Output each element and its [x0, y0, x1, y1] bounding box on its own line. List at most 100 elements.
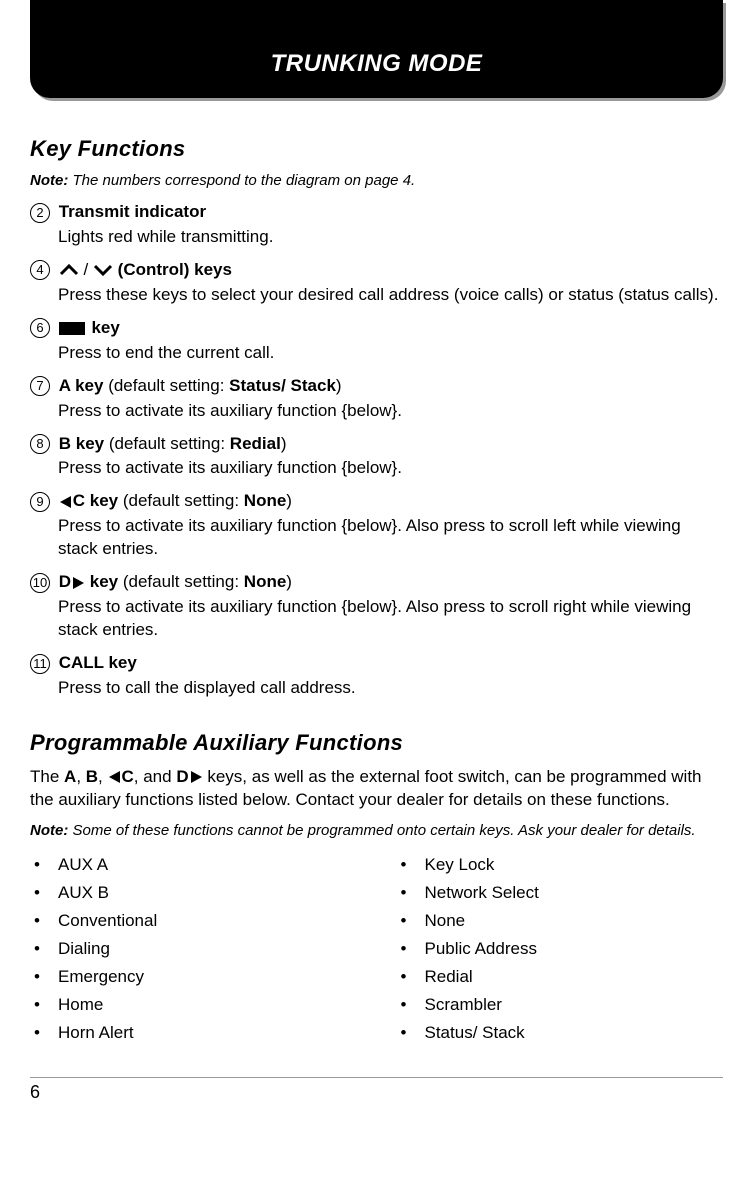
list-item: •Key Lock: [397, 851, 724, 879]
aux-intro-b: A: [64, 767, 76, 786]
note-text: The numbers correspond to the diagram on…: [68, 172, 415, 189]
list-item: •Scrambler: [397, 991, 724, 1019]
item-8-desc: Press to activate its auxiliary function…: [58, 457, 723, 480]
bullet-icon: •: [397, 855, 425, 875]
aux-item-label: Network Select: [425, 883, 539, 902]
page-title: TRUNKING MODE: [30, 50, 723, 78]
bullet-icon: •: [30, 939, 58, 959]
item-4-title: (Control) keys: [118, 260, 232, 279]
item-7: 7 A key (default setting: Status/ Stack)…: [30, 375, 723, 423]
aux-intro-h: D: [176, 767, 188, 786]
item-8-title-c: Redial: [230, 434, 281, 453]
list-item: •Public Address: [397, 935, 724, 963]
item-8-title-d: ): [281, 434, 287, 453]
item-6-title: key: [87, 318, 120, 337]
aux-item-label: Redial: [425, 967, 473, 986]
list-item: •Dialing: [30, 935, 357, 963]
aux-intro-e: ,: [98, 767, 107, 786]
item-9: 9 C key (default setting: None) Press to…: [30, 490, 723, 561]
aux-item-label: Home: [58, 995, 103, 1014]
item-4: 4 / (Control) keys Press these keys to s…: [30, 259, 723, 307]
aux-intro-c: ,: [76, 767, 85, 786]
triangle-left-icon: [59, 495, 73, 509]
item-7-title-d: ): [336, 376, 342, 395]
item-8-title-b: (default setting:: [104, 434, 230, 453]
item-9-title-b: (default setting:: [118, 491, 244, 510]
list-item: •Network Select: [397, 879, 724, 907]
note-aux-label: Note:: [30, 822, 68, 839]
list-item: •Redial: [397, 963, 724, 991]
item-10-title-d: ): [286, 572, 292, 591]
aux-item-label: Horn Alert: [58, 1023, 134, 1042]
aux-col-right: •Key Lock •Network Select •None •Public …: [397, 851, 724, 1047]
bullet-icon: •: [397, 883, 425, 903]
bullet-icon: •: [30, 995, 58, 1015]
aux-columns: •AUX A •AUX B •Conventional •Dialing •Em…: [30, 851, 723, 1047]
list-item: •Home: [30, 991, 357, 1019]
triangle-right-icon: [71, 576, 85, 590]
bullet-icon: •: [397, 911, 425, 931]
circled-number-8: 8: [30, 434, 50, 454]
item-8-title-a: B key: [59, 434, 104, 453]
aux-item-label: Key Lock: [425, 855, 495, 874]
page-footer: 6: [30, 1077, 723, 1113]
triangle-left-icon: [108, 770, 122, 784]
item-2: 2 Transmit indicator Lights red while tr…: [30, 201, 723, 249]
bullet-icon: •: [30, 883, 58, 903]
item-9-title-d: ): [286, 491, 292, 510]
item-4-sep: /: [83, 260, 92, 279]
chevron-up-icon: [59, 263, 79, 277]
list-item: •Conventional: [30, 907, 357, 935]
section-key-functions-title: Key Functions: [30, 136, 723, 162]
aux-intro-g: , and: [134, 767, 177, 786]
section-aux-title: Programmable Auxiliary Functions: [30, 730, 723, 756]
item-10-desc: Press to activate its auxiliary function…: [58, 596, 723, 642]
bullet-icon: •: [30, 855, 58, 875]
circled-number-10: 10: [30, 573, 50, 593]
bullet-icon: •: [397, 1023, 425, 1043]
bullet-icon: •: [30, 911, 58, 931]
item-7-desc: Press to activate its auxiliary function…: [58, 400, 723, 423]
aux-item-label: AUX A: [58, 855, 108, 874]
bullet-icon: •: [397, 967, 425, 987]
note-label: Note:: [30, 172, 68, 189]
item-10-title-b: (default setting:: [118, 572, 244, 591]
note-key-functions: Note: The numbers correspond to the diag…: [30, 172, 723, 189]
item-10-title-a: key: [85, 572, 118, 591]
header-banner: TRUNKING MODE: [30, 0, 723, 98]
item-11-desc: Press to call the displayed call address…: [58, 677, 723, 700]
circled-number-6: 6: [30, 318, 50, 338]
item-9-title-c: None: [244, 491, 287, 510]
aux-item-label: Dialing: [58, 939, 110, 958]
bullet-icon: •: [397, 939, 425, 959]
aux-col-left: •AUX A •AUX B •Conventional •Dialing •Em…: [30, 851, 357, 1047]
aux-item-label: None: [425, 911, 466, 930]
aux-item-label: Conventional: [58, 911, 157, 930]
item-7-title-b: (default setting:: [103, 376, 229, 395]
circled-number-9: 9: [30, 492, 50, 512]
content-area: Key Functions Note: The numbers correspo…: [0, 98, 753, 1057]
item-11-title: CALL key: [59, 653, 137, 672]
aux-intro-a: The: [30, 767, 64, 786]
bullet-icon: •: [30, 1023, 58, 1043]
aux-intro: The A, B, C, and D keys, as well as the …: [30, 766, 723, 812]
chevron-down-icon: [93, 263, 113, 277]
bullet-icon: •: [30, 967, 58, 987]
item-9-title-a: C key: [73, 491, 118, 510]
aux-intro-f: C: [122, 767, 134, 786]
list-item: •AUX B: [30, 879, 357, 907]
circled-number-2: 2: [30, 203, 50, 223]
item-10-title-c: None: [244, 572, 287, 591]
note-aux: Note: Some of these functions cannot be …: [30, 822, 723, 839]
item-2-desc: Lights red while transmitting.: [58, 226, 723, 249]
aux-item-label: AUX B: [58, 883, 109, 902]
circled-number-4: 4: [30, 260, 50, 280]
aux-item-label: Scrambler: [425, 995, 502, 1014]
item-9-desc: Press to activate its auxiliary function…: [58, 515, 723, 561]
list-item: •Status/ Stack: [397, 1019, 724, 1047]
aux-item-label: Emergency: [58, 967, 144, 986]
list-item: •AUX A: [30, 851, 357, 879]
aux-item-label: Public Address: [425, 939, 537, 958]
triangle-right-icon: [189, 770, 203, 784]
list-item: •Emergency: [30, 963, 357, 991]
